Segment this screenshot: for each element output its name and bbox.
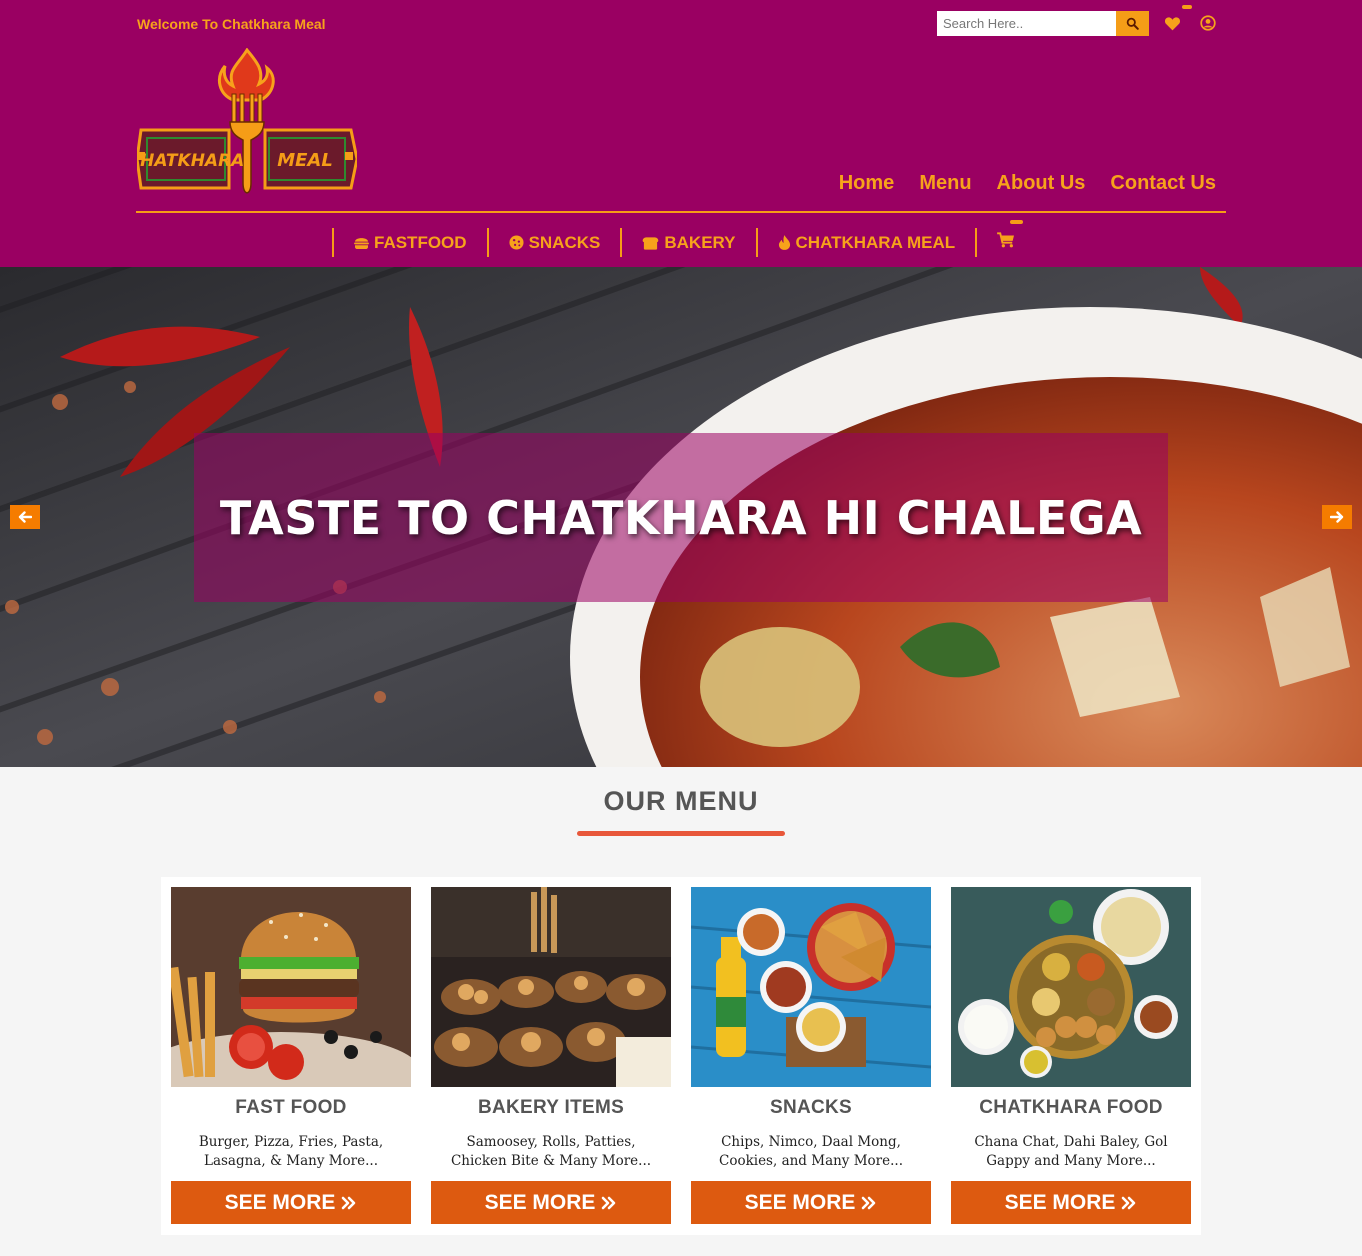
double-chevron-right-icon xyxy=(862,1196,876,1209)
see-more-label: SEE MORE xyxy=(484,1190,596,1214)
card-description: Burger, Pizza, Fries, Pasta, Lasagna, & … xyxy=(198,1134,384,1169)
nav-home[interactable]: Home xyxy=(839,172,895,195)
fire-icon xyxy=(778,235,790,250)
see-more-label: SEE MORE xyxy=(1004,1190,1116,1214)
see-more-button[interactable]: SEE MORE xyxy=(951,1181,1191,1224)
bread-icon xyxy=(643,236,659,250)
hero-carousel: TASTE TO CHATKHARA HI CHALEGA xyxy=(0,267,1362,767)
section-title-underline xyxy=(577,831,785,836)
logo-graphic: CHATKHARA MEAL xyxy=(128,47,359,194)
nav-about-us[interactable]: About Us xyxy=(997,172,1086,195)
snacks-image[interactable] xyxy=(691,887,931,1087)
see-more-label: SEE MORE xyxy=(224,1190,336,1214)
double-chevron-right-icon xyxy=(1122,1196,1136,1209)
card-title: SNACKS xyxy=(769,1097,853,1118)
account-button[interactable] xyxy=(1198,12,1218,34)
menu-card-chatkhara-food: CHATKHARA FOOD Chana Chat, Dahi Baley, G… xyxy=(951,887,1191,1224)
category-fastfood[interactable]: FASTFOOD xyxy=(334,233,487,253)
user-circle-icon xyxy=(1200,15,1216,31)
double-chevron-right-icon xyxy=(342,1196,356,1209)
category-chatkhara-meal-label: CHATKHARA MEAL xyxy=(795,232,956,252)
menu-card-fast-food: FAST FOOD Burger, Pizza, Fries, Pasta, L… xyxy=(171,887,411,1224)
see-more-button[interactable]: SEE MORE xyxy=(431,1181,671,1224)
category-bakery[interactable]: BAKERY xyxy=(622,233,755,253)
see-more-button[interactable]: SEE MORE xyxy=(691,1181,931,1224)
nav-menu[interactable]: Menu xyxy=(919,172,971,195)
logo-text-right: MEAL xyxy=(277,150,333,171)
category-bakery-label: BAKERY xyxy=(664,232,736,252)
wishlist-button[interactable] xyxy=(1162,12,1182,34)
cart-button[interactable] xyxy=(977,232,1035,253)
double-chevron-right-icon xyxy=(602,1196,616,1209)
hero-headline: TASTE TO CHATKHARA HI CHALEGA xyxy=(219,490,1143,545)
menu-cards: FAST FOOD Burger, Pizza, Fries, Pasta, L… xyxy=(161,877,1201,1235)
logo-text-left: CHATKHARA xyxy=(137,151,244,171)
card-description: Chips, Nimco, Daal Mong, Cookies, and Ma… xyxy=(718,1134,903,1169)
nav-contact-us[interactable]: Contact Us xyxy=(1110,172,1216,195)
arrow-left-icon xyxy=(18,511,32,523)
card-title: CHATKHARA FOOD xyxy=(979,1097,1163,1118)
main-navigation: Home Menu About Us Contact Us xyxy=(839,172,1216,195)
section-title: OUR MENU xyxy=(603,786,759,816)
search-bar xyxy=(937,11,1149,36)
carousel-next-button[interactable] xyxy=(1322,505,1352,529)
menu-card-bakery-items: BAKERY ITEMS Samoosey, Rolls, Patties, C… xyxy=(431,887,671,1224)
burger-icon xyxy=(354,238,369,249)
bakery-items-image[interactable] xyxy=(431,887,671,1087)
category-navigation: FASTFOOD SNACKS BAKERY CHATKHARA MEAL xyxy=(332,228,1035,257)
search-button[interactable] xyxy=(1116,11,1149,36)
category-snacks-label: SNACKS xyxy=(528,232,601,252)
chatkhara-meal-logo[interactable]: CHATKHARA MEAL xyxy=(128,47,359,200)
search-input[interactable] xyxy=(937,11,1116,36)
welcome-text: Welcome To Chatkhara Meal xyxy=(137,16,326,32)
nav-divider xyxy=(136,211,1226,213)
card-title: BAKERY ITEMS xyxy=(477,1097,625,1118)
wishlist-count-badge xyxy=(1182,5,1192,9)
see-more-button[interactable]: SEE MORE xyxy=(171,1181,411,1224)
card-description: Samoosey, Rolls, Patties, Chicken Bite &… xyxy=(450,1134,652,1169)
heart-icon xyxy=(1164,16,1180,30)
cart-count-badge xyxy=(1010,220,1023,224)
arrow-right-icon xyxy=(1330,511,1344,523)
card-title: FAST FOOD xyxy=(235,1097,347,1118)
cookie-icon xyxy=(509,235,524,250)
carousel-prev-button[interactable] xyxy=(10,505,40,529)
category-chatkhara-meal[interactable]: CHATKHARA MEAL xyxy=(758,233,976,253)
card-description: Chana Chat, Dahi Baley, Gol Gappy and Ma… xyxy=(974,1134,1168,1169)
chatkhara-food-image[interactable] xyxy=(951,887,1191,1087)
see-more-label: SEE MORE xyxy=(744,1190,856,1214)
hero-caption: TASTE TO CHATKHARA HI CHALEGA xyxy=(194,433,1168,602)
site-header: Welcome To Chatkhara Meal Search Here.. … xyxy=(0,0,1362,267)
category-snacks[interactable]: SNACKS xyxy=(489,233,621,253)
search-icon xyxy=(1126,17,1139,30)
category-fastfood-label: FASTFOOD xyxy=(374,232,467,252)
fast-food-image[interactable] xyxy=(171,887,411,1087)
shopping-cart-icon xyxy=(997,232,1015,248)
menu-card-snacks: SNACKS Chips, Nimco, Daal Mong, Cookies,… xyxy=(691,887,931,1224)
